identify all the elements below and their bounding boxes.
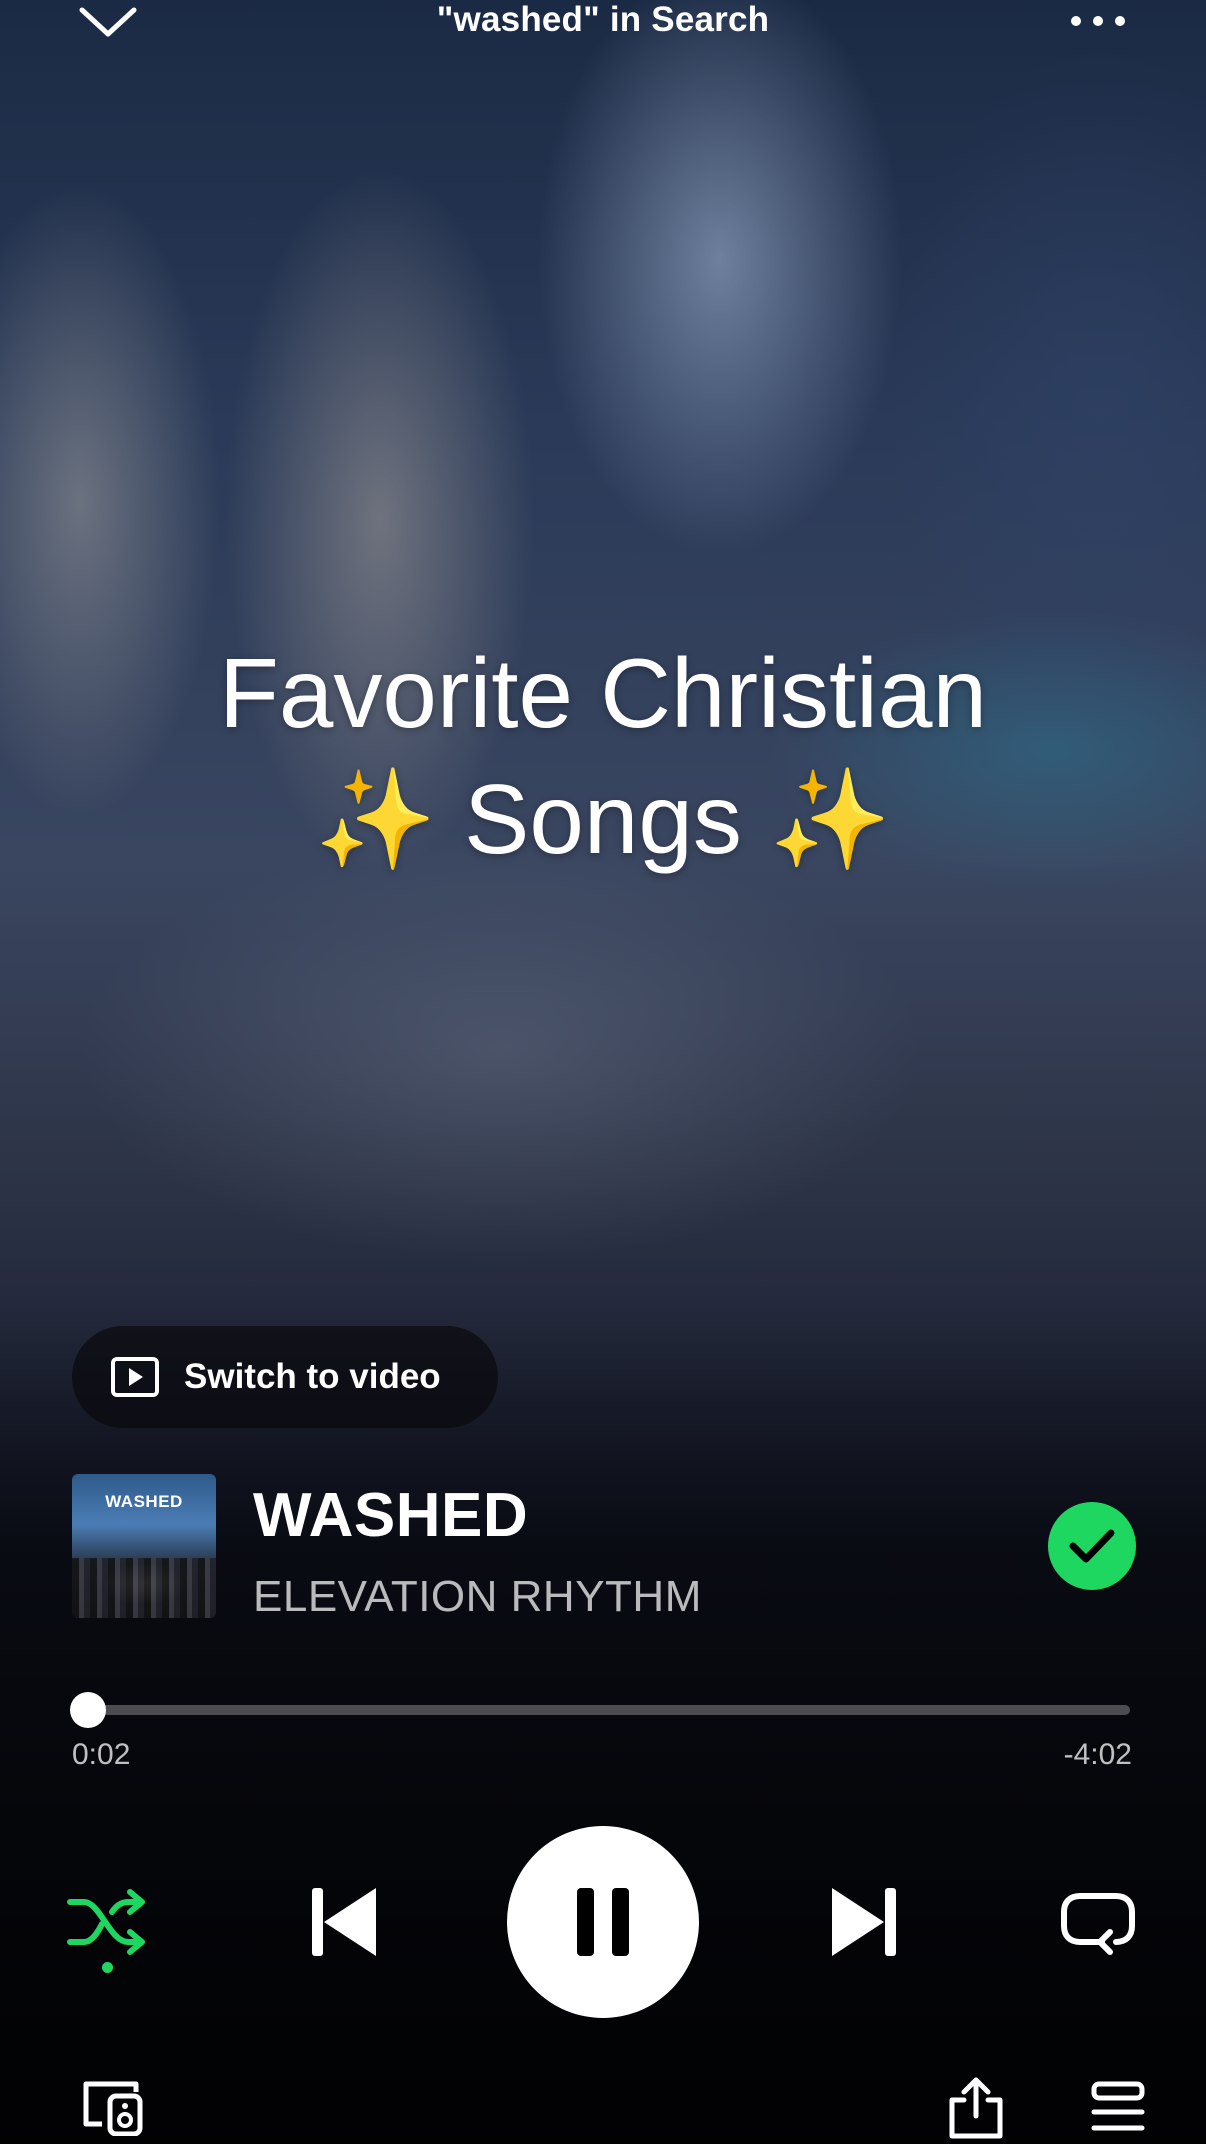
more-horizontal-icon[interactable] [1068,6,1128,36]
shuffle-icon[interactable] [66,1884,150,1960]
canvas-overlay-text: Favorite Christian ✨ Songs ✨ [0,630,1206,882]
progress-bar[interactable] [76,1705,1130,1715]
repeat-icon[interactable] [1058,1882,1138,1962]
canvas-line-1: Favorite Christian [219,638,987,748]
track-artist[interactable]: ELEVATION RHYTHM [253,1572,702,1622]
next-track-icon[interactable] [822,1882,902,1962]
switch-to-video-button[interactable]: Switch to video [72,1326,498,1428]
switch-to-video-label: Switch to video [184,1357,441,1396]
remaining-time: -4:02 [1063,1738,1132,1771]
top-bar: "washed" in Search [0,0,1206,44]
previous-track-icon[interactable] [306,1882,386,1962]
share-icon[interactable] [946,2076,1006,2140]
connect-device-icon[interactable] [80,2080,144,2136]
elapsed-time: 0:02 [72,1738,131,1771]
check-icon [1069,1529,1115,1563]
album-cover[interactable]: WASHED [72,1474,216,1618]
canvas-line-2: ✨ Songs ✨ [314,764,892,874]
saved-check-button[interactable] [1048,1502,1136,1590]
shuffle-active-dot [102,1962,113,1973]
cover-text: WASHED [105,1492,183,1511]
pause-icon [577,1888,629,1956]
video-icon [110,1356,160,1398]
playing-context-title[interactable]: "washed" in Search [0,0,1206,40]
pause-button[interactable] [507,1826,699,2018]
track-title[interactable]: WASHED [253,1480,528,1551]
queue-icon[interactable] [1090,2078,1146,2138]
